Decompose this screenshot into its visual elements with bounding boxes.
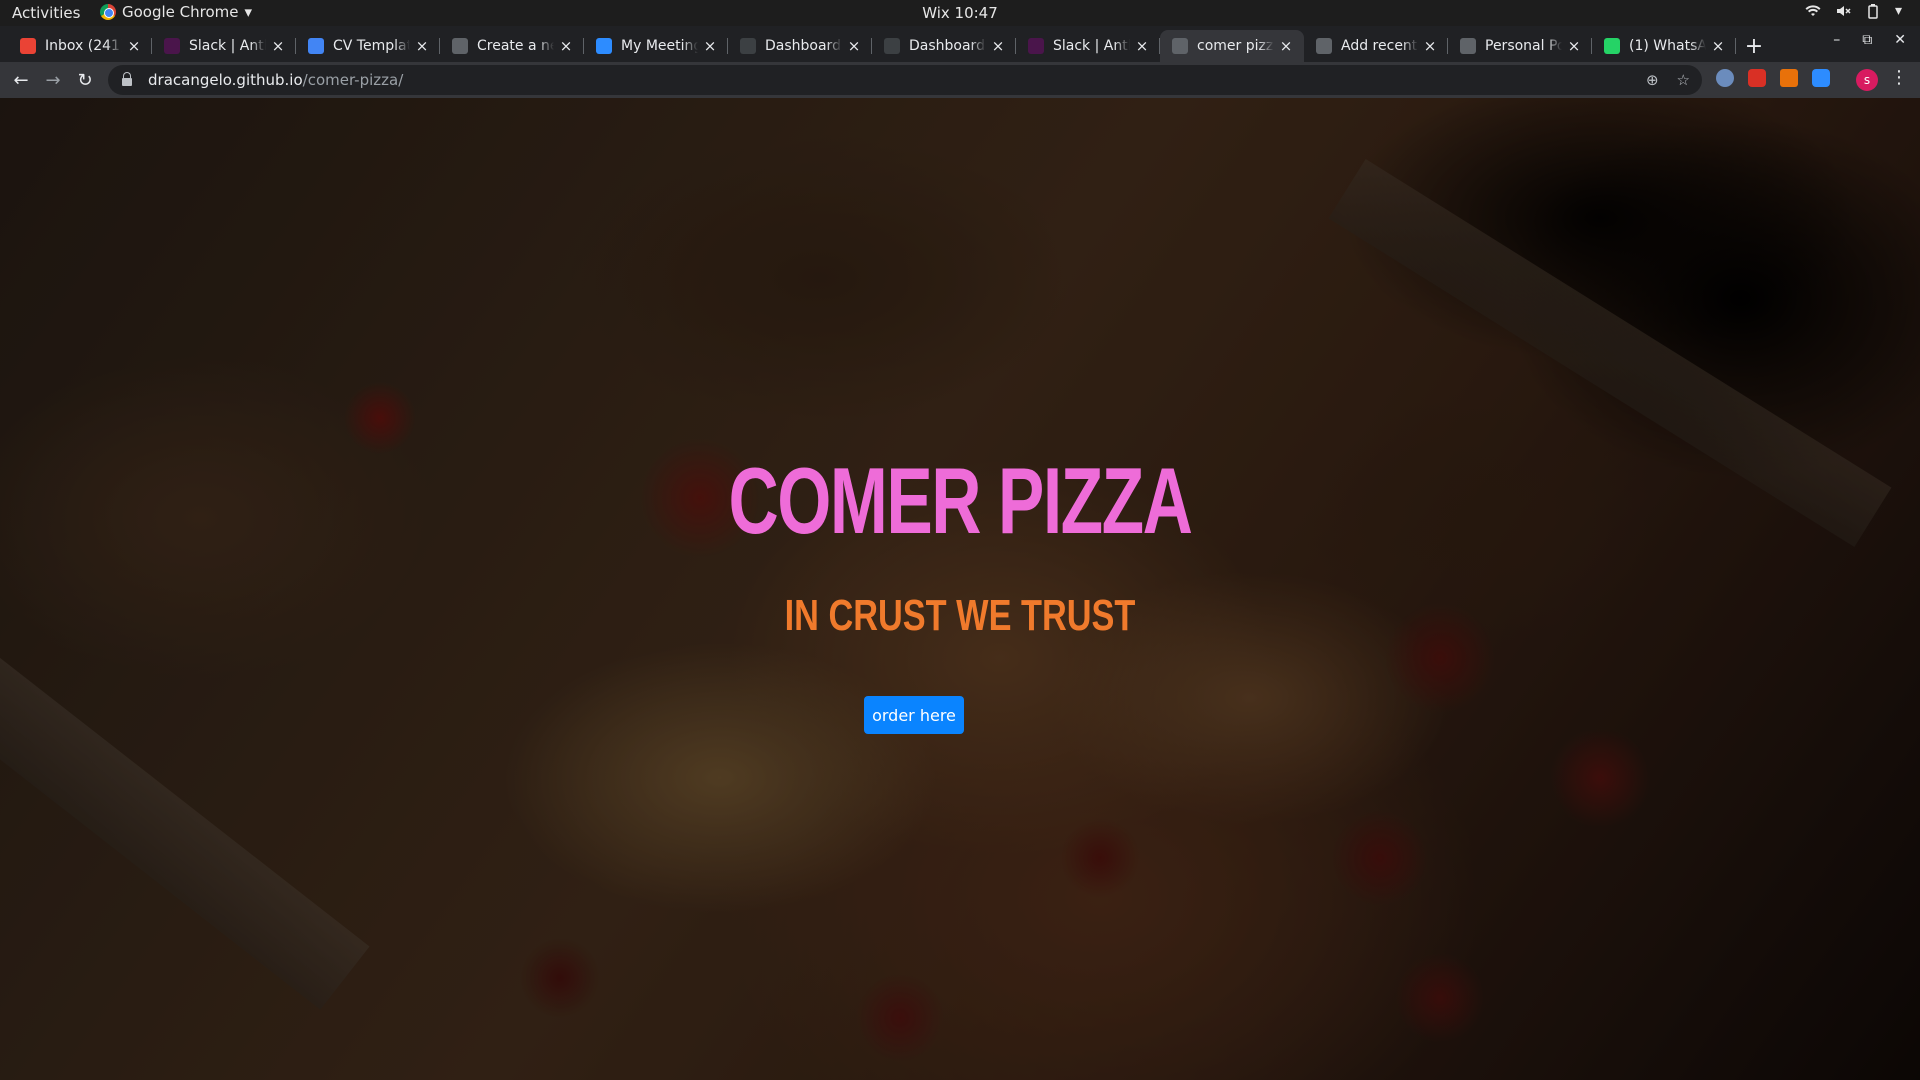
browser-tab[interactable]: Personal Po × [1448,30,1592,62]
tab-title: comer pizza [1197,38,1274,54]
extension-off-icon[interactable] [1780,69,1798,87]
lock-icon[interactable] [122,72,132,86]
os-top-bar: Activities Google Chrome ▾ Wix 10:47 ▾ [0,0,1920,26]
more-menu-icon[interactable]: ⋮ [1890,67,1908,88]
tab-title: Personal Po [1485,38,1562,54]
hero-title: COMER PIZZA [728,448,1193,553]
browser-tab[interactable]: CV Templat × [296,30,440,62]
tab-title: Dashboard [765,38,841,54]
leaf-icon [884,38,900,54]
app-name: Google Chrome [122,3,239,21]
close-tab-icon[interactable]: × [126,37,142,55]
url-path: /comer-pizza/ [302,71,404,89]
tab-title: Inbox (241) [45,38,122,54]
tab-title: Slack | Anth [189,38,266,54]
leaf-icon [740,38,756,54]
restore-icon[interactable]: ⧉ [1862,32,1872,48]
close-tab-icon[interactable]: × [1134,37,1150,55]
reload-icon[interactable]: ↻ [72,67,98,93]
close-tab-icon[interactable]: × [1422,37,1438,55]
tab-list: Inbox (241) × Slack | Anth × CV Templat × Crea… [8,30,1772,62]
close-tab-icon[interactable]: × [270,37,286,55]
browser-tab[interactable]: comer pizza × [1160,30,1304,62]
profile-avatar[interactable]: s [1856,69,1878,91]
browser-tab[interactable]: Dashboard × [728,30,872,62]
browser-tab[interactable]: Slack | Anth × [1016,30,1160,62]
order-button[interactable]: order here [864,696,964,734]
new-tab-icon[interactable]: + [1736,30,1772,62]
browser-toolbar: ← → ↻ dracangelo.github.io/comer-pizza/ … [0,62,1920,98]
globe-icon [1172,38,1188,54]
tab-title: Slack | Anth [1053,38,1130,54]
close-tab-icon[interactable]: × [1710,37,1726,55]
browser-tab[interactable]: Dashboard × [872,30,1016,62]
globe-icon [1460,38,1476,54]
tab-title: (1) WhatsAp [1629,38,1706,54]
system-tray[interactable]: ▾ [1805,3,1902,19]
globe-icon [1316,38,1332,54]
globe-icon [452,38,468,54]
browser-tab[interactable]: Slack | Anth × [152,30,296,62]
hero-tagline: IN CRUST WE TRUST [784,591,1136,640]
browser-tab[interactable]: Inbox (241) × [8,30,152,62]
browser-tab[interactable]: Create a ne × [440,30,584,62]
slack-icon [1028,38,1044,54]
browser-tab[interactable]: My Meeting × [584,30,728,62]
system-menu-chevron-icon: ▾ [1894,3,1902,19]
zoom-extension-icon[interactable] [1812,69,1830,87]
browser-tab[interactable]: Add recent × [1304,30,1448,62]
slack-icon [164,38,180,54]
close-tab-icon[interactable]: × [702,37,718,55]
whatsapp-icon [1604,38,1620,54]
tab-title: My Meeting [621,38,698,54]
chevron-down-icon: ▾ [244,3,253,21]
wifi-icon [1805,5,1821,16]
close-tab-icon[interactable]: × [846,37,862,55]
close-tab-icon[interactable]: × [990,37,1006,55]
tab-title: Add recent [1341,38,1418,54]
close-window-icon[interactable]: ✕ [1894,32,1906,48]
forward-arrow-icon[interactable]: → [40,67,66,93]
app-menu[interactable]: Google Chrome ▾ [100,3,252,21]
gmail-icon [20,38,36,54]
tab-title: Dashboard [909,38,985,54]
page-content: COMER PIZZA IN CRUST WE TRUST order here [0,98,1920,1080]
close-tab-icon[interactable]: × [414,37,430,55]
volume-muted-icon [1836,6,1851,16]
url-host: dracangelo.github.io [148,71,303,89]
docs-icon [308,38,324,54]
close-tab-icon[interactable]: × [1566,37,1582,55]
close-tab-icon[interactable]: × [1278,37,1294,55]
back-arrow-icon[interactable]: ← [8,67,34,93]
clock[interactable]: Wix 10:47 [0,4,1920,22]
omnibox-actions: ⊕ ☆ [1646,71,1690,89]
address-bar[interactable]: dracangelo.github.io/comer-pizza/ ⊕ ☆ [108,65,1702,95]
extension-red-icon[interactable] [1748,69,1766,87]
extension-circle-icon[interactable] [1716,69,1734,87]
minimize-icon[interactable]: – [1833,32,1840,48]
tab-title: Create a ne [477,38,554,54]
close-tab-icon[interactable]: × [558,37,574,55]
hero-section: COMER PIZZA IN CRUST WE TRUST order here [0,98,1920,1080]
activities-button[interactable]: Activities [12,4,80,22]
chrome-icon [100,4,116,20]
tab-strip: Inbox (241) × Slack | Anth × CV Templat × Crea… [0,26,1920,62]
browser-tab[interactable]: (1) WhatsAp× [1592,30,1736,62]
tab-title: CV Templat [333,38,410,54]
bookmark-star-icon[interactable]: ☆ [1677,71,1690,89]
zoom-icon [596,38,612,54]
window-controls: – ⧉ ✕ [1833,32,1906,48]
translate-icon[interactable]: ⊕ [1646,71,1659,89]
battery-icon [1868,4,1878,19]
url-text[interactable]: dracangelo.github.io/comer-pizza/ [148,71,403,89]
